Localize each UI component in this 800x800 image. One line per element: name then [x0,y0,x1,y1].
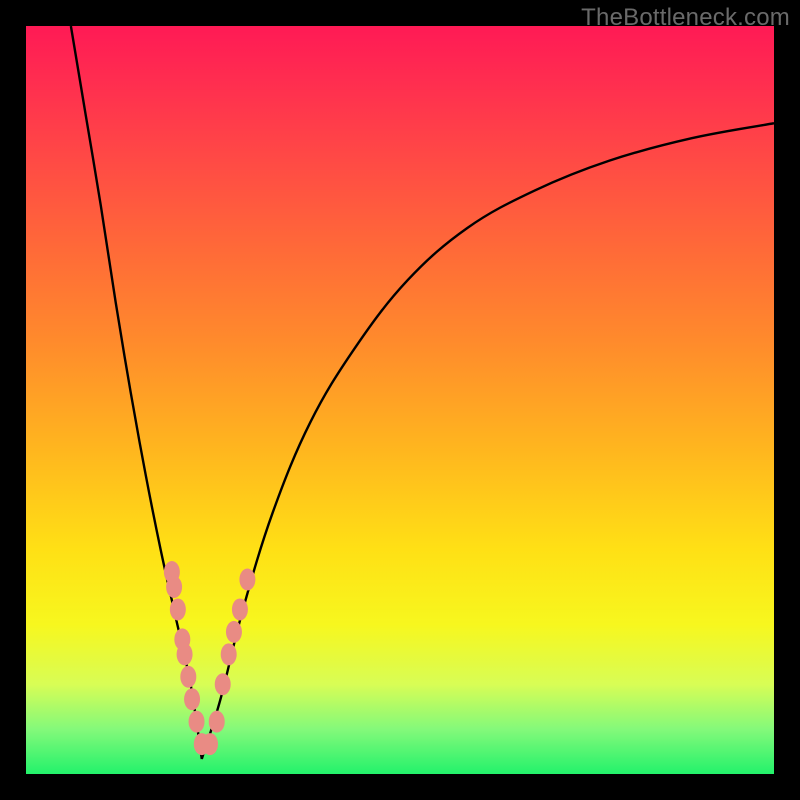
highlight-dots-group [164,561,256,755]
highlight-dot [232,598,248,620]
highlight-dot [221,643,237,665]
highlight-dot [166,576,182,598]
bottleneck-curve-right [202,123,774,759]
highlight-dot [180,666,196,688]
highlight-dot [189,711,205,733]
highlight-dot [170,598,186,620]
highlight-dot [215,673,231,695]
highlight-dot [209,711,225,733]
chart-svg [26,26,774,774]
highlight-dot [239,569,255,591]
chart-frame [26,26,774,774]
curve-group [71,26,774,759]
highlight-dot [226,621,242,643]
highlight-dot [202,733,218,755]
highlight-dot [184,688,200,710]
highlight-dot [177,643,193,665]
